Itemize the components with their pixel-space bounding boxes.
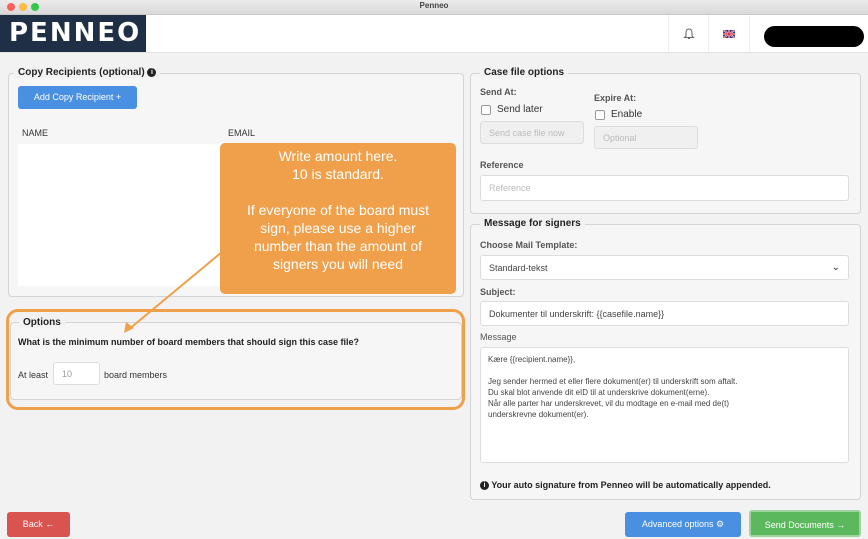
enable-expiry-checkbox[interactable] [595,110,605,120]
callout-line-4: sign, please use a higher [260,220,416,236]
info-icon: i [480,481,489,491]
enable-expiry-label: Enable [611,109,643,120]
window-titlebar: Penneo [0,0,868,15]
auto-signature-note: i Your auto signature from Penneo will b… [480,480,771,491]
reference-label: Reference [480,160,524,170]
instruction-callout: Write amount here. 10 is standard. If ev… [220,143,456,294]
info-icon: i [147,67,157,77]
back-button[interactable]: Back ← [7,512,70,537]
message-textarea[interactable]: Kære {{recipient.name}}, Jeg sender herm… [480,347,849,463]
penneo-logo[interactable]: PENNEO [0,15,146,52]
send-now-input: Send case file now [480,121,584,144]
message-line: underskrevne dokument(er). [488,410,589,419]
arrow-left-icon: ← [45,519,55,529]
window-title: Penneo [419,1,449,10]
mail-template-label: Choose Mail Template: [480,240,578,250]
user-menu[interactable] [764,26,864,47]
send-later-checkbox[interactable] [481,105,491,115]
mail-template-select[interactable]: Standard-tekst ⌄ [480,255,849,280]
callout-line-6: signers you will need [273,256,403,272]
message-label: Message [480,332,517,342]
language-button[interactable] [708,15,750,52]
arrow-right-icon: → [836,520,846,530]
uk-flag-icon [723,30,735,38]
app-header: PENNEO [0,15,868,53]
expire-date-input: Optional [594,126,698,149]
chevron-down-icon: ⌄ [831,262,840,273]
message-line: Du skal blot anvende dit eID til at unde… [488,388,710,397]
copy-recipients-title: Copy Recipients (optional) i [14,67,161,78]
gear-icon: ⚙ [716,519,725,529]
notifications-button[interactable] [668,15,709,52]
callout-line-3: If everyone of the board must [246,202,430,218]
mail-template-value: Standard-tekst [489,262,548,273]
options-highlight [6,309,465,410]
back-label: Back [22,519,43,529]
column-header-name: NAME [22,128,49,138]
callout-line-2: 10 is standard. [292,166,384,182]
expire-at-label: Expire At: [594,93,637,103]
send-later-label: Send later [497,104,543,115]
case-file-options-title: Case file options [480,67,569,78]
callout-line-1: Write amount here. [278,148,398,164]
send-at-label: Send At: [480,87,517,97]
add-copy-recipient-button[interactable]: Add Copy Recipient + [18,86,137,109]
send-documents-button[interactable]: Send Documents → [749,510,861,537]
callout-line-5: number than the amount of [253,238,423,254]
subject-label: Subject: [480,287,516,297]
message-line: Kære {{recipient.name}}, [488,355,576,364]
send-documents-label: Send Documents [764,520,834,530]
advanced-options-label: Advanced options [641,519,714,529]
message-line: Jeg sender hermed et eller flere dokumen… [488,377,738,386]
advanced-options-button[interactable]: Advanced options ⚙ [625,512,741,537]
bell-icon [683,28,695,39]
subject-input[interactable]: Dokumenter til underskrift: {{casefile.n… [480,301,849,326]
column-header-email: EMAIL [228,128,256,138]
reference-input[interactable]: Reference [480,175,849,201]
message-for-signers-title: Message for signers [480,218,585,229]
message-line: Når alle parter har underskrevet, vil du… [488,399,729,408]
